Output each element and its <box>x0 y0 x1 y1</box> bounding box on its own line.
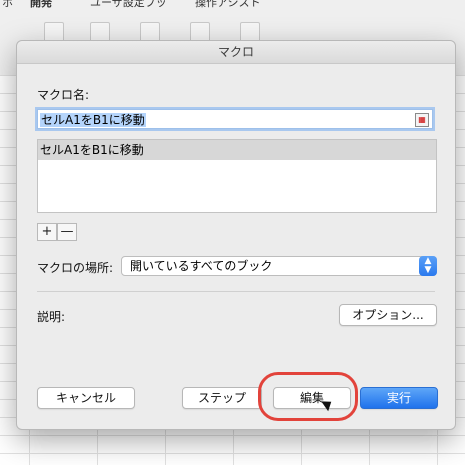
tab-developer[interactable]: 開発 <box>30 0 52 10</box>
run-button[interactable]: 実行 <box>360 387 438 409</box>
macro-name-label: マクロ名: <box>37 88 90 102</box>
macro-list[interactable]: セルA1をB1に移動 <box>37 139 437 213</box>
macro-dialog: マクロ マクロ名: セルA1をB1に移動 ▦ セルA1をB1に移動 + — マク… <box>16 40 456 430</box>
macro-name-input[interactable]: セルA1をB1に移動 ▦ <box>37 109 433 129</box>
options-button[interactable]: オプション... <box>339 304 437 326</box>
macro-list-item[interactable]: セルA1をB1に移動 <box>38 140 436 160</box>
divider <box>37 291 435 292</box>
cancel-button[interactable]: キャンセル <box>37 387 135 409</box>
ribbon-tabs: ホ 開発 ユーザ設定ブッ 操作アシスト <box>0 0 465 10</box>
tab-tell-me[interactable]: 操作アシスト <box>195 0 261 10</box>
location-select[interactable]: 開いているすべてのブック ▲ ▼ <box>121 256 437 276</box>
dialog-title: マクロ <box>17 41 455 64</box>
add-macro-button[interactable]: + <box>37 223 57 241</box>
range-picker-icon[interactable]: ▦ <box>415 113 429 127</box>
description-label: 説明: <box>37 310 66 324</box>
chevron-updown-icon: ▲ ▼ <box>419 256 437 276</box>
location-label: マクロの場所: <box>37 261 114 275</box>
remove-macro-button[interactable]: — <box>57 223 77 241</box>
tab-user-book[interactable]: ユーザ設定ブッ <box>90 0 167 10</box>
highlight-ring <box>258 372 358 421</box>
macro-name-value: セルA1をB1に移動 <box>40 113 146 127</box>
location-value: 開いているすべてのブック <box>130 259 273 273</box>
tab-home[interactable]: ホ <box>2 0 13 10</box>
step-button[interactable]: ステップ <box>182 387 262 409</box>
